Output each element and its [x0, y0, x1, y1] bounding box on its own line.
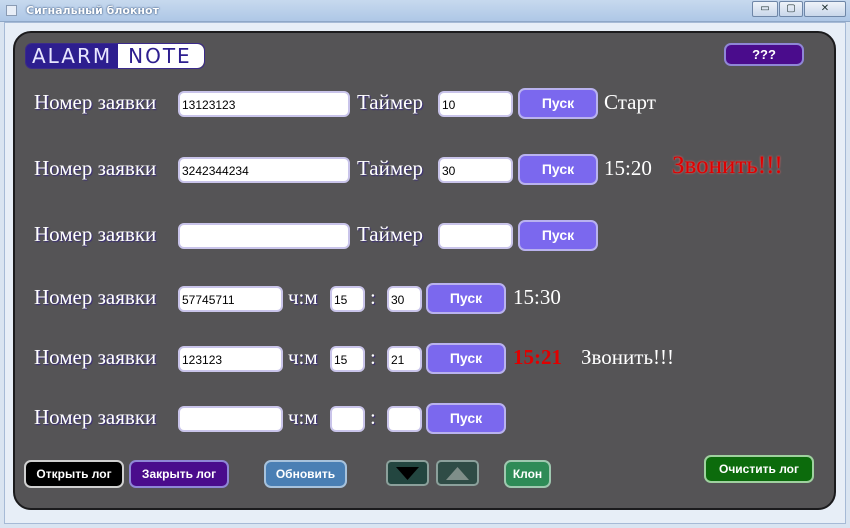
row4-separator: : — [370, 285, 376, 309]
row5-call-alert: Звонить!!! — [581, 345, 675, 369]
row6-label: Номер заявки — [34, 405, 157, 429]
row5-start-button[interactable]: Пуск — [426, 343, 506, 374]
row2-call-alert: Звонить!!! — [672, 152, 783, 179]
row1-timer-input[interactable]: 10 — [438, 91, 513, 117]
refresh-button[interactable]: Обновить — [264, 460, 347, 488]
row6-id-input[interactable] — [178, 406, 283, 432]
row6-hm-label: ч:м — [288, 405, 318, 429]
clone-button[interactable]: Клон — [504, 460, 551, 488]
window-title: Сигнальный блокнот — [26, 4, 159, 17]
open-log-button[interactable]: Открыть лог — [24, 460, 124, 488]
title-bar: Сигнальный блокнот ▭ ▢ ✕ — [0, 0, 850, 22]
row5-separator: : — [370, 345, 376, 369]
row4-hours-input[interactable]: 15 — [330, 286, 365, 312]
row5-hours-input[interactable]: 15 — [330, 346, 365, 372]
minimize-button[interactable]: ▭ — [752, 1, 778, 17]
app-icon — [6, 5, 17, 16]
row6-minutes-input[interactable] — [387, 406, 422, 432]
scroll-up-button[interactable] — [436, 460, 479, 486]
row4-time: 15:30 — [513, 285, 561, 309]
row4-start-button[interactable]: Пуск — [426, 283, 506, 314]
row1-id-input[interactable]: 13123123 — [178, 91, 350, 117]
row2-label: Номер заявки — [34, 156, 157, 180]
close-log-button[interactable]: Закрыть лог — [129, 460, 229, 488]
close-button[interactable]: ✕ — [804, 1, 846, 17]
row2-timer-input[interactable]: 30 — [438, 157, 513, 183]
row5-hm-label: ч:м — [288, 345, 318, 369]
row2-id-input[interactable]: 3242344234 — [178, 157, 350, 183]
row4-id-input[interactable]: 57745711 — [178, 286, 283, 312]
row4-label: Номер заявки — [34, 285, 157, 309]
clear-log-button[interactable]: Очистить лог — [704, 455, 814, 483]
row3-id-input[interactable] — [178, 223, 350, 249]
row1-timer-label: Таймер — [357, 90, 423, 114]
row5-time: 15:21 — [513, 345, 562, 369]
row1-start-button[interactable]: Пуск — [518, 88, 598, 119]
row3-label: Номер заявки — [34, 222, 157, 246]
row5-id-input[interactable]: 123123 — [178, 346, 283, 372]
logo-part-alarm: ALARM — [26, 44, 119, 68]
row2-start-button[interactable]: Пуск — [518, 154, 598, 185]
scroll-down-button[interactable] — [386, 460, 429, 486]
row5-minutes-input[interactable]: 21 — [387, 346, 422, 372]
row1-status: Старт — [604, 90, 656, 114]
row4-minutes-input[interactable]: 30 — [387, 286, 422, 312]
row6-hours-input[interactable] — [330, 406, 365, 432]
row2-timer-label: Таймер — [357, 156, 423, 180]
row3-timer-input[interactable] — [438, 223, 513, 249]
restore-button[interactable]: ▢ — [779, 1, 803, 17]
triangle-up-icon — [446, 467, 469, 480]
logo-part-note: NOTE — [118, 44, 204, 68]
row2-time: 15:20 — [604, 156, 652, 180]
triangle-down-icon — [396, 467, 419, 480]
row1-label: Номер заявки — [34, 90, 157, 114]
alarm-note-logo: ALARM NOTE — [25, 43, 205, 69]
row3-timer-label: Таймер — [357, 222, 423, 246]
row6-start-button[interactable]: Пуск — [426, 403, 506, 434]
row5-label: Номер заявки — [34, 345, 157, 369]
row4-hm-label: ч:м — [288, 285, 318, 309]
help-button[interactable]: ??? — [724, 43, 804, 66]
row6-separator: : — [370, 405, 376, 429]
row3-start-button[interactable]: Пуск — [518, 220, 598, 251]
